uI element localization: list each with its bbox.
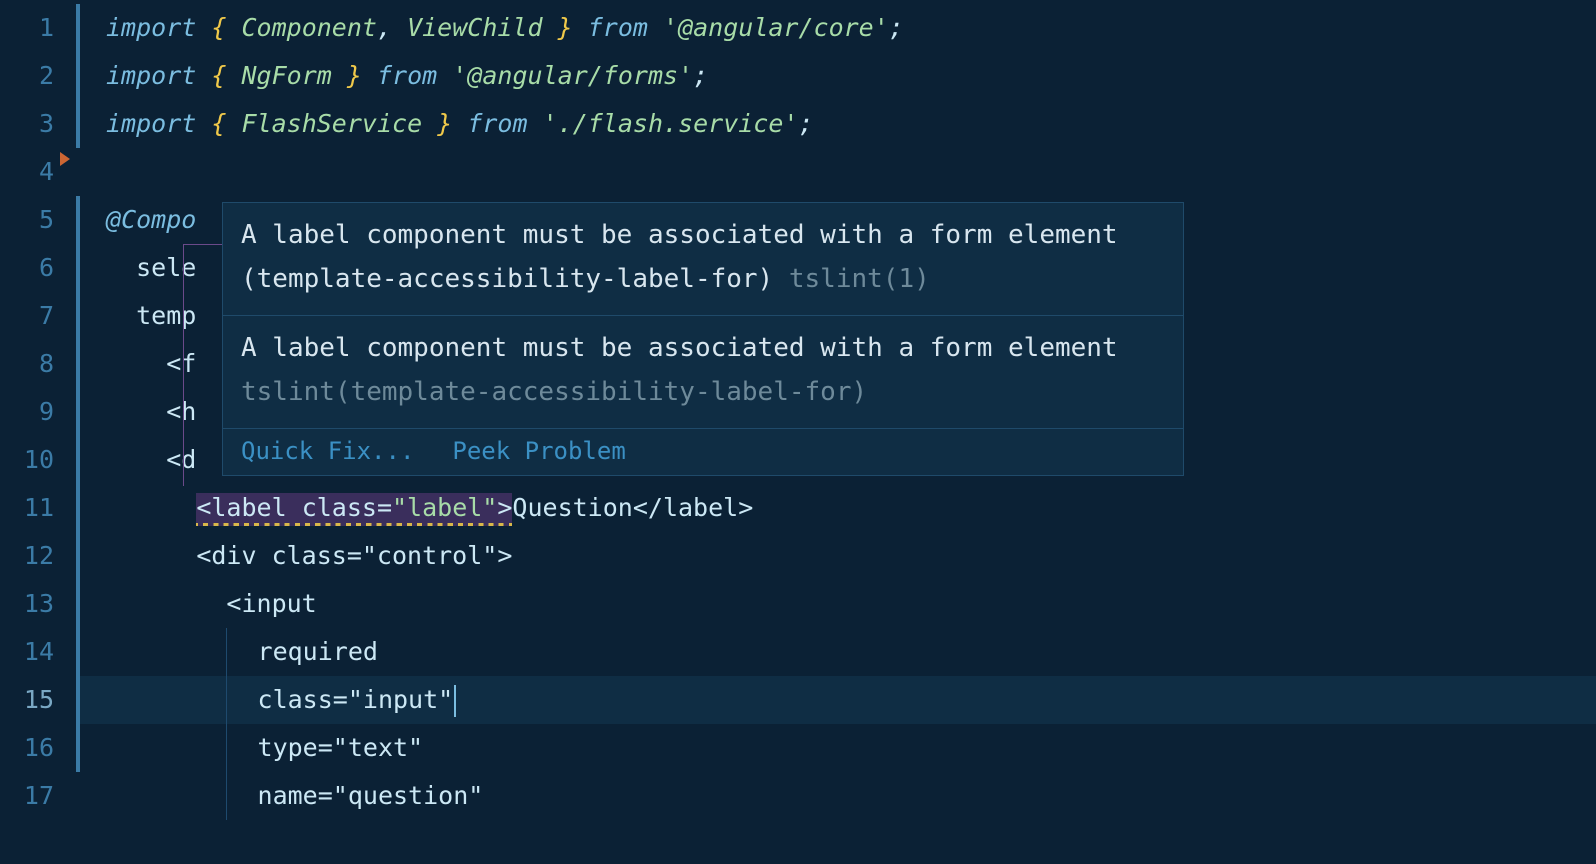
code-line[interactable]: import { FlashService } from './flash.se… [78,100,1596,148]
diagnostic-text: A label component must be associated wit… [241,333,1118,363]
line-number: 2 [0,52,78,100]
line-number: 11 [0,484,78,532]
modified-indicator [76,196,80,772]
line-number: 17 [0,772,78,820]
line-number: 15 [0,676,78,724]
lint-warning-span[interactable]: <label class="label"> [196,493,512,526]
code-line[interactable]: import { NgForm } from '@angular/forms'; [78,52,1596,100]
line-number: 7 [0,292,78,340]
fold-indicator-icon[interactable] [60,152,70,166]
diagnostic-actions: Quick Fix... Peek Problem [223,429,1183,475]
diagnostic-message: A label component must be associated wit… [223,316,1183,429]
diagnostic-message: A label component must be associated wit… [223,203,1183,316]
diagnostic-hover-popup: A label component must be associated wit… [222,202,1184,476]
peek-problem-button[interactable]: Peek Problem [452,437,625,465]
code-line[interactable]: required [78,628,1596,676]
line-number: 6 [0,244,78,292]
code-line[interactable] [78,148,1596,196]
line-number: 14 [0,628,78,676]
diagnostic-text: A label component must be associated wit… [241,220,1118,294]
line-number: 16 [0,724,78,772]
line-number: 1 [0,4,78,52]
code-line-active[interactable]: class="input" [78,676,1596,724]
code-line[interactable]: import { Component, ViewChild } from '@a… [78,4,1596,52]
line-number: 5 [0,196,78,244]
line-number: 9 [0,388,78,436]
modified-indicator [76,4,80,148]
line-number: 13 [0,580,78,628]
quick-fix-button[interactable]: Quick Fix... [241,437,414,465]
line-number: 3 [0,100,78,148]
code-line[interactable]: <div class="control"> [78,532,1596,580]
diagnostic-source: tslint(1) [789,264,930,294]
code-line[interactable]: type="text" [78,724,1596,772]
line-number: 12 [0,532,78,580]
code-line[interactable]: name="question" [78,772,1596,820]
line-number: 8 [0,340,78,388]
line-number: 10 [0,436,78,484]
code-line[interactable]: <label class="label">Question</label> [78,484,1596,532]
text-cursor [454,685,456,717]
code-line[interactable]: <input [78,580,1596,628]
diagnostic-source: tslint(template-accessibility-label-for) [241,377,867,407]
line-number-gutter: 1 2 3 4 5 6 7 8 9 10 11 12 13 14 15 16 1… [0,0,78,864]
